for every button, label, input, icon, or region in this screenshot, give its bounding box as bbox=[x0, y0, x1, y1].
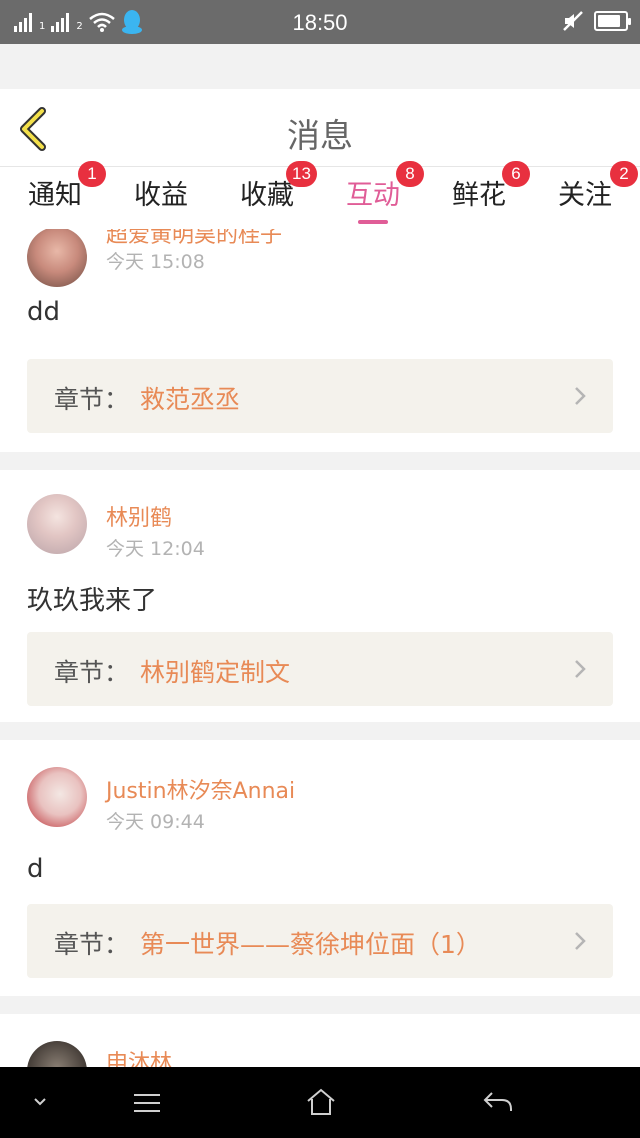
chapter-name: 林别鹤定制文 bbox=[140, 658, 291, 687]
status-bar: 1 2 18:50 bbox=[0, 0, 640, 44]
chevron-right-icon bbox=[575, 387, 586, 405]
tab-label: 收益 bbox=[134, 180, 188, 211]
tab-flowers[interactable]: 鲜花 6 bbox=[424, 161, 534, 229]
status-right bbox=[562, 10, 631, 32]
battery-icon bbox=[594, 11, 631, 31]
avatar[interactable] bbox=[27, 494, 87, 554]
message-card: 林别鹤 今天 12:04 玖玖我来了 章节： 林别鹤定制文 bbox=[0, 470, 640, 722]
tab-earnings[interactable]: 收益 bbox=[106, 167, 216, 229]
message-content: d bbox=[27, 854, 44, 884]
page-title: 消息 bbox=[287, 116, 353, 155]
message-list[interactable]: 超爱黄明昊的桂子 今天 15:08 dd 章节： 救范丞丞 林别鹤 今天 12:… bbox=[0, 229, 640, 1067]
menu-icon[interactable] bbox=[132, 1091, 162, 1115]
message-content: 玖玖我来了 bbox=[27, 586, 158, 616]
chapter-label: 章节： bbox=[54, 930, 130, 959]
tab-bar: 通知 1 收益 收藏 13 互动 8 鲜花 6 关注 2 bbox=[0, 161, 640, 229]
tab-badge: 8 bbox=[396, 161, 424, 187]
avatar[interactable] bbox=[27, 229, 87, 287]
home-icon[interactable] bbox=[305, 1087, 337, 1117]
message-card: Justin林汐奈Annai 今天 09:44 d 章节： 第一世界——蔡徐坤位… bbox=[0, 740, 640, 996]
status-time: 18:50 bbox=[292, 10, 348, 35]
message-time: 今天 09:44 bbox=[106, 811, 205, 833]
user-name[interactable]: Justin林汐奈Annai bbox=[106, 773, 295, 805]
mute-icon bbox=[563, 11, 583, 31]
tab-favorites[interactable]: 收藏 13 bbox=[212, 161, 322, 229]
tab-notice[interactable]: 通知 1 bbox=[0, 161, 110, 229]
tab-badge: 1 bbox=[78, 161, 106, 187]
chapter-link[interactable]: 章节： 林别鹤定制文 bbox=[27, 632, 613, 706]
system-nav-bar bbox=[0, 1067, 640, 1138]
back-arrow-icon[interactable] bbox=[482, 1089, 514, 1115]
chevron-right-icon bbox=[575, 932, 586, 950]
tab-badge: 2 bbox=[610, 161, 638, 187]
tab-active-indicator bbox=[358, 220, 388, 224]
message-time: 今天 15:08 bbox=[106, 251, 205, 273]
user-name[interactable]: 林别鹤 bbox=[106, 500, 172, 532]
avatar[interactable] bbox=[27, 1041, 87, 1067]
message-time: 今天 12:04 bbox=[106, 538, 205, 560]
chevron-right-icon bbox=[575, 660, 586, 678]
chapter-link[interactable]: 章节： 救范丞丞 bbox=[27, 359, 613, 433]
tab-follow[interactable]: 关注 2 bbox=[530, 161, 640, 229]
chevron-down-icon[interactable] bbox=[30, 1095, 50, 1109]
message-content: dd bbox=[27, 297, 61, 327]
user-name[interactable]: 申沐林. bbox=[106, 1045, 179, 1067]
page-header: 消息 bbox=[0, 89, 640, 167]
chapter-name: 救范丞丞 bbox=[140, 385, 241, 414]
chapter-name: 第一世界——蔡徐坤位面（1） bbox=[140, 930, 481, 959]
tab-interaction[interactable]: 互动 8 bbox=[318, 161, 428, 229]
chapter-label: 章节： bbox=[54, 658, 130, 687]
tab-badge: 6 bbox=[502, 161, 530, 187]
chapter-link[interactable]: 章节： 第一世界——蔡徐坤位面（1） bbox=[27, 904, 613, 978]
tab-badge: 13 bbox=[286, 161, 317, 187]
message-card: 申沐林. bbox=[0, 1014, 640, 1067]
message-card: 超爱黄明昊的桂子 今天 15:08 dd 章节： 救范丞丞 bbox=[0, 229, 640, 452]
user-name[interactable]: 超爱黄明昊的桂子 bbox=[106, 229, 282, 249]
chapter-label: 章节： bbox=[54, 385, 130, 414]
avatar[interactable] bbox=[27, 767, 87, 827]
